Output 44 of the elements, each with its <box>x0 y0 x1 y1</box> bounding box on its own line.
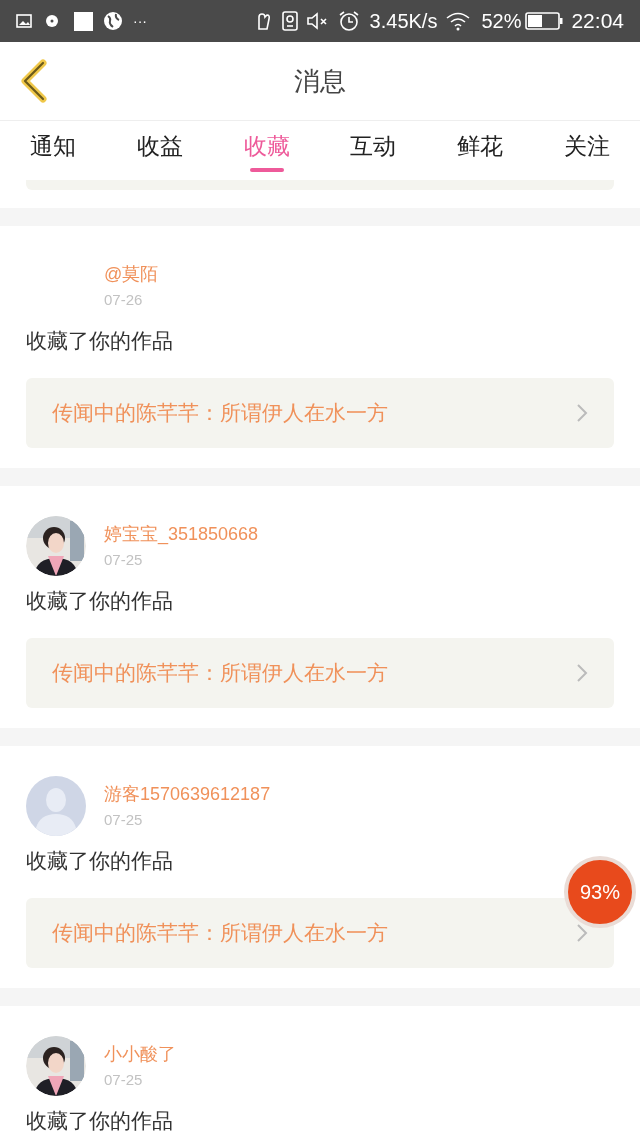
page-title: 消息 <box>294 64 346 98</box>
clock: 22:04 <box>571 8 624 35</box>
username[interactable]: 游客1570639612187 <box>104 781 271 807</box>
chevron-right-icon <box>576 663 588 683</box>
image-icon <box>16 13 32 29</box>
chevron-right-icon <box>576 403 588 423</box>
tab[interactable]: 互动 <box>350 129 397 164</box>
tab[interactable]: 通知 <box>30 129 77 164</box>
message-text: 收藏了你的作品 <box>26 588 174 614</box>
globe-icon <box>103 11 123 31</box>
glove-icon <box>255 11 272 31</box>
tab[interactable]: 收藏 <box>243 129 290 164</box>
battery-percent: 52% <box>481 9 522 34</box>
date: 07-25 <box>104 810 144 830</box>
username[interactable]: @莫陌 <box>104 261 159 287</box>
nfc-icon <box>281 11 298 31</box>
alarm-icon <box>337 10 360 32</box>
tab-indicator <box>249 167 284 172</box>
link-card[interactable]: 传闻中的陈芊芊：所谓伊人在水一方 <box>26 898 614 968</box>
tab[interactable]: 收益 <box>137 129 183 164</box>
date: 07-25 <box>104 550 144 570</box>
message-text: 收藏了你的作品 <box>26 328 174 354</box>
tab[interactable]: 关注 <box>563 129 610 164</box>
username[interactable]: 婷宝宝_351850668 <box>104 521 259 547</box>
default-avatar-icon <box>26 776 86 836</box>
link-card[interactable]: 传闻中的陈芊芊：所谓伊人在水一方 <box>26 638 614 708</box>
work-title: 传闻中的陈芊芊：所谓伊人在水一方 <box>52 660 389 687</box>
message-text: 收藏了你的作品 <box>26 848 174 874</box>
back-icon[interactable] <box>18 59 48 103</box>
tab[interactable]: 鲜花 <box>457 129 503 164</box>
message-text: 收藏了你的作品 <box>26 1108 174 1134</box>
mute-icon <box>305 11 330 31</box>
work-title: 传闻中的陈芊芊：所谓伊人在水一方 <box>52 400 389 427</box>
date: 07-25 <box>104 1070 144 1090</box>
wifi-icon <box>445 11 472 31</box>
username[interactable]: 小小酸了 <box>104 1041 176 1067</box>
more-notifications: ··· <box>133 11 147 31</box>
network-speed: 3.45K/s <box>369 9 438 34</box>
work-title: 传闻中的陈芊芊：所谓伊人在水一方 <box>52 920 389 947</box>
battery-icon <box>525 12 564 30</box>
link-card[interactable]: 传闻中的陈芊芊：所谓伊人在水一方 <box>26 378 614 448</box>
date: 07-26 <box>104 290 144 310</box>
chevron-right-icon <box>576 923 588 943</box>
square-icon <box>74 11 93 31</box>
